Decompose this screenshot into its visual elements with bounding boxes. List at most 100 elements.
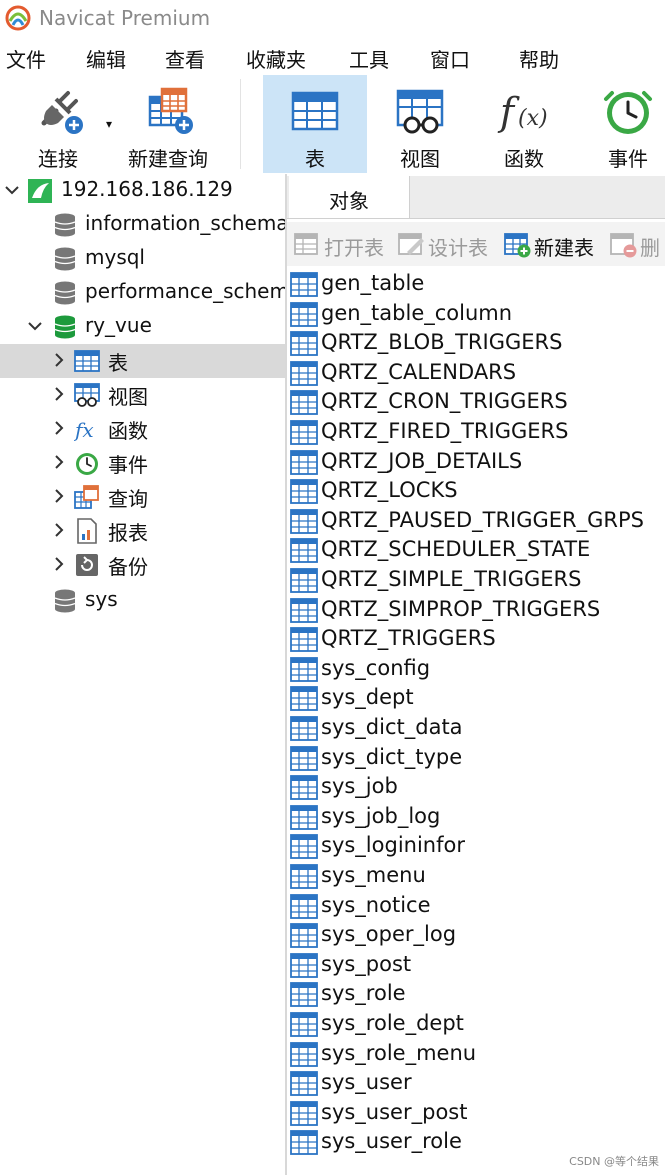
new-query-icon bbox=[148, 87, 193, 134]
table-name: QRTZ_TRIGGERS bbox=[321, 626, 496, 651]
tree-label: 函数 bbox=[108, 419, 148, 443]
db-label: sys bbox=[85, 587, 118, 611]
table-icon bbox=[290, 686, 318, 712]
report-icon bbox=[77, 518, 97, 544]
dropdown-arrow-icon[interactable]: ▾ bbox=[106, 117, 112, 131]
table-name: sys_job bbox=[321, 774, 398, 799]
chevron-right-icon[interactable] bbox=[51, 521, 67, 539]
table-name: QRTZ_SCHEDULER_STATE bbox=[321, 537, 591, 562]
tree-db-mysql[interactable]: mysql bbox=[0, 242, 285, 276]
toolbar-separator bbox=[240, 79, 241, 169]
database-open-icon bbox=[54, 315, 76, 339]
table-icon bbox=[290, 1130, 318, 1156]
query-icon bbox=[74, 485, 99, 509]
connect-button[interactable]: 连接 bbox=[18, 75, 98, 173]
table-icon bbox=[290, 834, 318, 860]
table-name: sys_dict_data bbox=[321, 715, 463, 739]
db-label: mysql bbox=[85, 245, 145, 269]
menu-window[interactable]: 窗口 bbox=[430, 44, 470, 73]
connection-tree: 192.168.186.129 information_schema mysql… bbox=[0, 174, 285, 1175]
tree-tables[interactable]: 表 bbox=[0, 344, 285, 378]
tree-connection[interactable]: 192.168.186.129 bbox=[0, 174, 285, 208]
view-button[interactable]: 视图 bbox=[370, 75, 470, 173]
tree-functions[interactable]: fx 函数 bbox=[0, 412, 285, 446]
function-icon: f (x) bbox=[497, 90, 548, 134]
tree-events[interactable]: 事件 bbox=[0, 446, 285, 480]
table-name: sys_notice bbox=[321, 892, 431, 917]
function-icon: fx bbox=[74, 418, 94, 442]
menu-favorites[interactable]: 收藏夹 bbox=[246, 44, 306, 73]
table-name: gen_table_column bbox=[321, 300, 513, 325]
tree-db-information-schema[interactable]: information_schema bbox=[0, 208, 285, 242]
tree-views[interactable]: 视图 bbox=[0, 378, 285, 412]
tree-queries[interactable]: 查询 bbox=[0, 480, 285, 514]
event-button[interactable]: 事件 bbox=[578, 75, 665, 173]
tree-reports[interactable]: 报表 bbox=[0, 514, 285, 548]
chevron-right-icon[interactable] bbox=[51, 385, 67, 403]
mysql-connection-icon bbox=[28, 179, 52, 203]
table-name: sys_post bbox=[321, 951, 412, 976]
open-table-icon bbox=[294, 233, 318, 255]
table-name: QRTZ_SIMPROP_TRIGGERS bbox=[321, 596, 601, 621]
tree-db-ry-vue[interactable]: ry_vue bbox=[0, 310, 285, 344]
table-icon bbox=[290, 301, 318, 327]
tab-objects-label: 对象 bbox=[329, 189, 369, 213]
chevron-right-icon[interactable] bbox=[51, 453, 67, 471]
tree-db-performance-schema[interactable]: performance_schema bbox=[0, 276, 285, 310]
table-name: sys_user_post bbox=[321, 1099, 468, 1124]
new-query-button[interactable]: 新建查询 bbox=[121, 75, 215, 173]
db-label: performance_schema bbox=[85, 279, 285, 303]
table-name: sys_role bbox=[321, 981, 406, 1006]
table-icon bbox=[290, 568, 318, 593]
database-icon bbox=[54, 213, 76, 237]
tree-label: 视图 bbox=[108, 385, 148, 409]
menu-file[interactable]: 文件 bbox=[6, 44, 46, 73]
table-icon bbox=[74, 350, 100, 372]
table-button[interactable]: 表 bbox=[263, 75, 367, 173]
table-label: 表 bbox=[305, 147, 325, 171]
menu-edit[interactable]: 编辑 bbox=[86, 44, 126, 73]
table-icon bbox=[291, 91, 339, 131]
function-label: 函数 bbox=[504, 147, 544, 171]
design-table-label: 设计表 bbox=[428, 236, 488, 260]
chevron-down-icon[interactable] bbox=[27, 317, 43, 335]
table-icon bbox=[290, 1041, 318, 1067]
main-toolbar: 连接 ▾ 新建查询 表 视图 f (x) 函数 事件 bbox=[0, 75, 665, 173]
database-icon bbox=[54, 247, 76, 271]
menu-view[interactable]: 查看 bbox=[165, 44, 205, 73]
chevron-right-icon[interactable] bbox=[51, 555, 67, 573]
table-name: sys_user bbox=[321, 1070, 412, 1095]
design-table-icon bbox=[398, 233, 424, 255]
table-name: sys_job_log bbox=[321, 803, 441, 828]
table-icon bbox=[290, 864, 318, 889]
table-list: gen_table gen_table_column QRTZ_BLOB_TRIGG… bbox=[287, 270, 665, 1175]
backup-icon bbox=[76, 554, 98, 576]
chevron-down-icon[interactable] bbox=[4, 181, 20, 199]
clock-icon bbox=[76, 453, 98, 475]
chevron-right-icon[interactable] bbox=[51, 351, 67, 369]
tree-label: 事件 bbox=[108, 453, 148, 477]
table-name: sys_logininfor bbox=[321, 833, 465, 858]
table-icon bbox=[290, 360, 318, 386]
menu-tools[interactable]: 工具 bbox=[349, 44, 389, 73]
table-name: sys_oper_log bbox=[321, 922, 457, 947]
table-name: QRTZ_BLOB_TRIGGERS bbox=[321, 330, 563, 355]
database-icon bbox=[54, 589, 76, 613]
menu-help[interactable]: 帮助 bbox=[519, 44, 559, 73]
svg-text:fx: fx bbox=[74, 418, 94, 442]
new-query-label: 新建查询 bbox=[128, 147, 208, 171]
function-button[interactable]: f (x) 函数 bbox=[476, 75, 572, 173]
table-icon bbox=[290, 508, 318, 534]
chevron-right-icon[interactable] bbox=[51, 487, 67, 505]
navicat-logo-icon bbox=[5, 5, 31, 31]
table-icon bbox=[290, 331, 318, 357]
table-name: sys_user_role bbox=[321, 1129, 462, 1154]
table-name: sys_config bbox=[321, 655, 431, 680]
tree-db-sys[interactable]: sys bbox=[0, 584, 285, 618]
tree-backups[interactable]: 备份 bbox=[0, 548, 285, 582]
plug-icon bbox=[41, 91, 83, 134]
table-name: gen_table bbox=[321, 271, 425, 295]
tab-objects[interactable]: 对象 bbox=[289, 176, 410, 218]
chevron-right-icon[interactable] bbox=[51, 419, 67, 437]
view-icon bbox=[396, 89, 444, 134]
